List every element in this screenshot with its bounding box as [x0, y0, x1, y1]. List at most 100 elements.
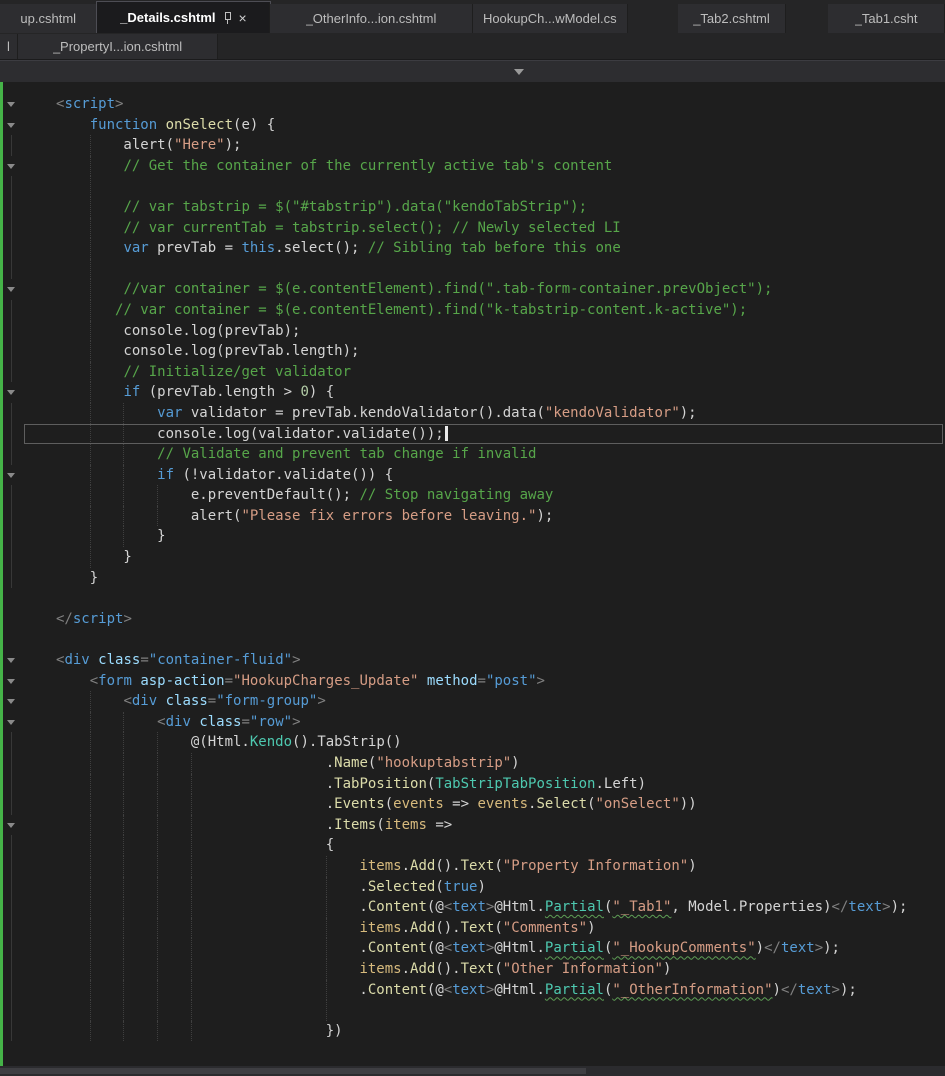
- code-line[interactable]: [0, 258, 945, 280]
- code-line[interactable]: if (!validator.validate()) {: [0, 464, 945, 486]
- fold-chevron-icon[interactable]: [0, 279, 56, 300]
- code-line[interactable]: [0, 588, 945, 609]
- code-token: text: [452, 940, 486, 957]
- tab-label: l: [7, 39, 10, 54]
- fold-chevron-icon[interactable]: [0, 691, 56, 712]
- code-text: }: [56, 568, 945, 589]
- code-line[interactable]: // var currentTab = tabstrip.select(); /…: [0, 217, 945, 239]
- indent-guide: [123, 1000, 125, 1021]
- tab-hookupchargesviewmodel-cs[interactable]: HookupCh...wModel.cs: [472, 4, 629, 33]
- code-line[interactable]: e.preventDefault(); // Stop navigating a…: [0, 485, 945, 506]
- indent-guide: [89, 1020, 91, 1042]
- indent-guide: [157, 794, 159, 815]
- code-line[interactable]: // Initialize/get validator: [0, 361, 945, 383]
- fold-margin: [0, 1041, 56, 1062]
- dropdown-caret-button[interactable]: [503, 64, 535, 80]
- code-line[interactable]: // Validate and prevent tab change if in…: [0, 444, 945, 465]
- tab-details-cshtml[interactable]: _Details.cshtml ×: [96, 1, 272, 33]
- code-token: "Property Information": [502, 857, 689, 874]
- code-line[interactable]: // var tabstrip = $("#tabstrip").data("k…: [0, 196, 945, 218]
- fold-chevron-icon[interactable]: [0, 671, 56, 692]
- indent-guide: [89, 382, 91, 403]
- code-line[interactable]: <script>: [0, 94, 945, 115]
- fold-chevron-icon[interactable]: [0, 712, 56, 733]
- code-token: .: [56, 878, 368, 895]
- tab-propertyinformation-cshtml[interactable]: _PropertyI...ion.cshtml: [18, 34, 218, 59]
- fold-chevron-icon[interactable]: [0, 382, 56, 403]
- code-line[interactable]: [0, 629, 945, 650]
- code-lines: <script> function onSelect(e) { alert("H…: [0, 94, 945, 1062]
- code-line[interactable]: @(Html.Kendo().TabStrip(): [0, 732, 945, 753]
- code-line[interactable]: }: [0, 526, 945, 548]
- code-text: <div class="form-group">: [56, 691, 945, 712]
- code-line[interactable]: alert("Here");: [0, 135, 945, 156]
- code-line[interactable]: }: [0, 547, 945, 568]
- code-line[interactable]: .Content(@<text>@Html.Partial("_Tab1", M…: [0, 897, 945, 918]
- code-line[interactable]: function onSelect(e) {: [0, 115, 945, 136]
- code-token: ): [587, 919, 596, 936]
- pin-icon[interactable]: [223, 11, 232, 24]
- code-token: function: [89, 116, 158, 133]
- code-line[interactable]: .Content(@<text>@Html.Partial("_HookupCo…: [0, 938, 945, 959]
- fold-chevron-icon[interactable]: [0, 94, 56, 115]
- code-line[interactable]: items.Add().Text("Comments"): [0, 917, 945, 939]
- tab-up-cshtml[interactable]: up.cshtml: [0, 4, 98, 33]
- code-line[interactable]: <div class="container-fluid">: [0, 650, 945, 671]
- code-line[interactable]: var prevTab = this.select(); // Sibling …: [0, 238, 945, 259]
- scrollbar-thumb[interactable]: [0, 1068, 586, 1074]
- tab-bar-spacer: [628, 0, 678, 33]
- fold-chevron-icon[interactable]: [0, 815, 56, 836]
- code-line[interactable]: .Items(items =>: [0, 814, 945, 836]
- fold-chevron-icon[interactable]: [0, 650, 56, 671]
- code-line[interactable]: <div class="form-group">: [0, 691, 945, 712]
- code-line[interactable]: }): [0, 1020, 945, 1042]
- code-line[interactable]: {: [0, 835, 945, 856]
- code-line[interactable]: .Name("hookuptabstrip"): [0, 753, 945, 774]
- fold-margin: [0, 855, 56, 877]
- code-line[interactable]: console.log(prevTab.length);: [0, 341, 945, 362]
- code-token: Add: [410, 919, 436, 936]
- indent-guide: [123, 444, 125, 465]
- indent-guide: [123, 835, 125, 856]
- code-line[interactable]: items.Add().Text("Property Information"): [0, 855, 945, 877]
- code-line[interactable]: console.log(prevTab);: [0, 320, 945, 342]
- code-line[interactable]: if (prevTab.length > 0) {: [0, 382, 945, 403]
- code-line[interactable]: items.Add().Text("Other Information"): [0, 958, 945, 980]
- code-token: TabStripTabPosition: [435, 775, 596, 792]
- code-line[interactable]: .Events(events => events.Select("onSelec…: [0, 794, 945, 815]
- fold-chevron-icon[interactable]: [0, 156, 56, 177]
- code-token: alert(: [56, 137, 175, 154]
- indent-guide: [157, 855, 159, 877]
- code-line[interactable]: .TabPosition(TabStripTabPosition.Left): [0, 773, 945, 795]
- code-line[interactable]: var validator = prevTab.kendoValidator()…: [0, 402, 945, 424]
- code-line[interactable]: // Get the container of the currently ac…: [0, 155, 945, 177]
- code-editor[interactable]: <script> function onSelect(e) { alert("H…: [0, 82, 945, 1066]
- code-line[interactable]: }: [0, 567, 945, 589]
- code-line[interactable]: console.log(validator.validate());: [0, 423, 945, 445]
- code-line[interactable]: alert("Please fix errors before leaving.…: [0, 505, 945, 527]
- code-line[interactable]: <div class="row">: [0, 711, 945, 733]
- code-line[interactable]: // var container = $(e.contentElement).f…: [0, 299, 945, 321]
- tab-tab2-cshtml[interactable]: _Tab2.cshtml: [678, 4, 786, 33]
- code-line[interactable]: </script>: [0, 609, 945, 630]
- horizontal-scrollbar[interactable]: [0, 1066, 945, 1076]
- code-token: .: [56, 816, 335, 833]
- close-icon[interactable]: ×: [239, 11, 247, 25]
- tab-tab1-cshtml[interactable]: _Tab1.csht: [828, 4, 945, 33]
- code-line[interactable]: .Content(@<text>@Html.Partial("_OtherInf…: [0, 979, 945, 1001]
- indent-guide: [89, 876, 91, 898]
- tab-otherinformation-cshtml[interactable]: _OtherInfo...ion.cshtml: [270, 4, 473, 33]
- tab-cropped[interactable]: l: [0, 34, 18, 59]
- code-line[interactable]: [0, 176, 945, 197]
- code-token: >: [831, 981, 840, 998]
- tab-label: _Tab2.cshtml: [693, 11, 770, 26]
- code-line[interactable]: //var container = $(e.contentElement).fi…: [0, 279, 945, 300]
- fold-chevron-icon[interactable]: [0, 465, 56, 486]
- code-line[interactable]: [0, 1000, 945, 1021]
- code-token: "_HookupComments": [612, 940, 756, 957]
- fold-chevron-icon[interactable]: [0, 115, 56, 136]
- code-line[interactable]: .Selected(true): [0, 876, 945, 898]
- tab-label: _Tab1.csht: [854, 11, 918, 26]
- code-line[interactable]: <form asp-action="HookupCharges_Update" …: [0, 671, 945, 692]
- code-line[interactable]: [0, 1041, 945, 1062]
